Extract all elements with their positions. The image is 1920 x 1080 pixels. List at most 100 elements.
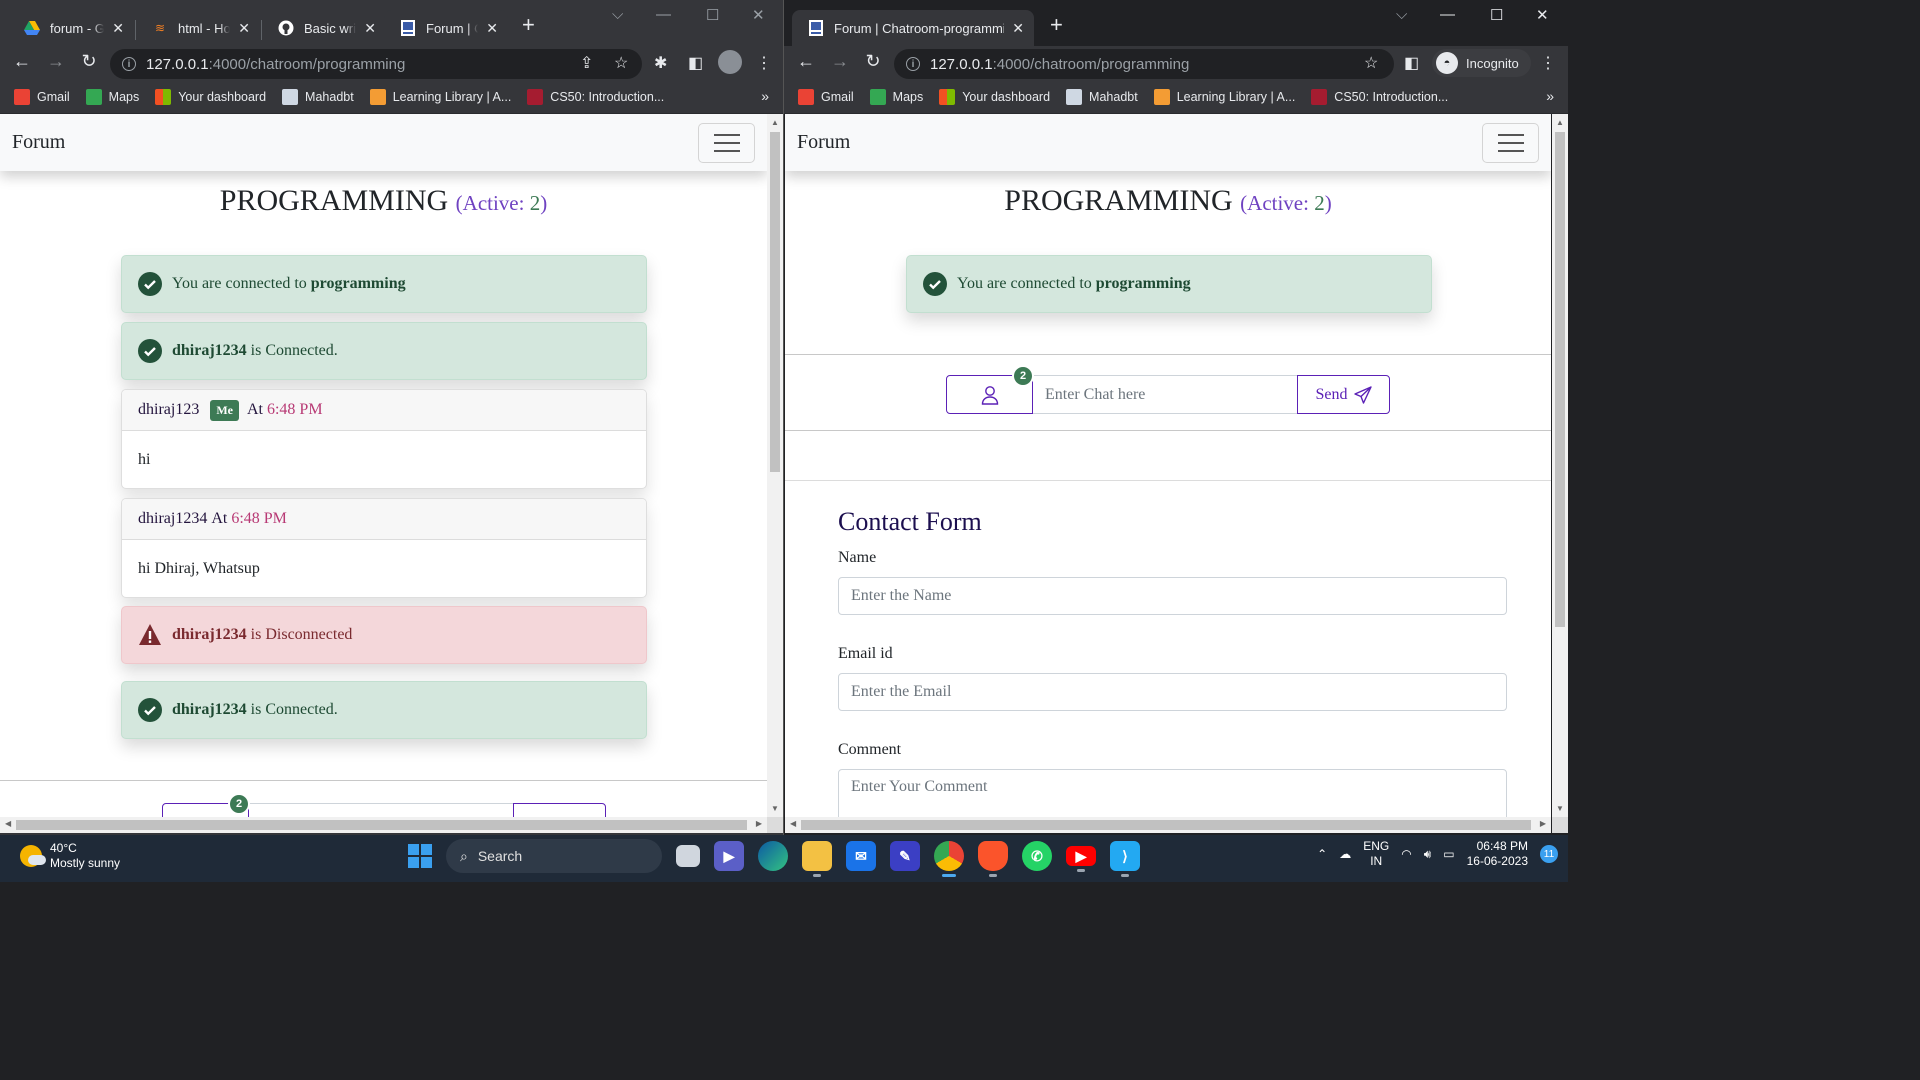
bookmark-learning-library[interactable]: Learning Library | A... — [369, 88, 511, 105]
close-tab-icon[interactable]: ✕ — [364, 20, 376, 37]
vscode-icon[interactable]: ⟩ — [1110, 841, 1140, 877]
teams-meet-icon[interactable]: ▶ — [714, 841, 744, 871]
forward-icon[interactable]: → — [828, 51, 852, 72]
horizontal-scrollbar[interactable]: ◀ ▶ — [785, 817, 1551, 833]
tab-forum-active[interactable]: Forum | Ch ✕ — [384, 10, 508, 46]
side-panel-icon[interactable]: ◧ — [688, 53, 703, 73]
notification-badge[interactable]: 11 — [1540, 845, 1558, 863]
tab-stackoverflow[interactable]: ≋ html - How ✕ — [136, 10, 260, 46]
comment-textarea[interactable] — [838, 769, 1507, 817]
mail-icon[interactable]: ✉ — [846, 841, 876, 871]
reload-icon[interactable]: ↻ — [861, 51, 885, 72]
address-bar[interactable]: i 127.0.0.1:4000/chatroom/programming — [894, 49, 1394, 79]
online-users-button[interactable]: 2 — [946, 365, 1034, 414]
bookmark-cs50[interactable]: CS50: Introduction... — [1311, 88, 1448, 105]
navbar-toggler-button[interactable] — [1482, 123, 1539, 163]
tab-forum-active[interactable]: Forum | Chatroom-programming ✕ — [792, 10, 1034, 46]
scrollbar-thumb[interactable] — [801, 820, 1531, 830]
extensions-icon[interactable]: ✱ — [654, 53, 667, 73]
send-button[interactable]: Send — [1297, 375, 1390, 414]
chrome-icon[interactable] — [934, 841, 964, 877]
new-tab-button[interactable]: + — [1050, 12, 1063, 38]
site-info-icon[interactable]: i — [906, 57, 920, 71]
close-tab-icon[interactable]: ✕ — [1012, 20, 1024, 37]
wifi-icon[interactable]: ◠ — [1401, 847, 1411, 861]
taskbar-search[interactable]: ⌕ Search — [446, 839, 662, 873]
bookmark-mahadbt[interactable]: Mahadbt — [1066, 88, 1138, 105]
menu-kebab-icon[interactable]: ⋮ — [1540, 53, 1556, 73]
chevron-up-icon[interactable]: ⌃ — [1317, 847, 1327, 861]
minimize-button[interactable]: — — [1440, 6, 1455, 23]
chat-input[interactable] — [1033, 375, 1297, 414]
name-input[interactable] — [838, 577, 1507, 615]
language-indicator[interactable]: ENG IN — [1363, 839, 1389, 869]
bookmark-cs50[interactable]: CS50: Introduction... — [527, 88, 664, 105]
close-tab-icon[interactable]: ✕ — [486, 20, 498, 37]
tab-strip: Forum | Chatroom-programming ✕ + ⌵ — ☐ ✕ — [784, 0, 1568, 46]
horizontal-scrollbar[interactable]: ◀ ▶ — [0, 817, 767, 833]
bookmark-dashboard[interactable]: Your dashboard — [155, 88, 266, 105]
edge-icon[interactable] — [758, 841, 788, 871]
volume-icon[interactable]: 🔊︎ — [1424, 847, 1432, 862]
scrollbar-thumb[interactable] — [16, 820, 747, 830]
forward-icon[interactable]: → — [44, 51, 68, 72]
vertical-scrollbar[interactable]: ▲ ▼ — [1552, 114, 1568, 817]
task-view-icon[interactable] — [676, 845, 700, 867]
bookmark-maps[interactable]: Maps — [85, 88, 139, 105]
profile-avatar[interactable] — [718, 50, 742, 74]
pen-app-icon[interactable]: ✎ — [890, 841, 920, 871]
send-button[interactable] — [513, 803, 606, 817]
clock[interactable]: 06:48 PM 16-06-2023 — [1467, 839, 1528, 869]
navbar: Forum — [785, 114, 1551, 171]
share-icon[interactable]: ⇪ — [580, 53, 593, 73]
bookmark-star-icon[interactable]: ☆ — [1364, 53, 1378, 73]
back-icon[interactable]: ← — [10, 51, 34, 72]
minimize-button[interactable]: — — [656, 6, 671, 23]
scrollbar-thumb[interactable] — [770, 132, 780, 472]
side-panel-icon[interactable]: ◧ — [1404, 53, 1419, 73]
navbar-toggler-button[interactable] — [698, 123, 755, 163]
new-tab-button[interactable]: + — [522, 12, 535, 38]
email-input[interactable] — [838, 673, 1507, 711]
bookmarks-overflow-button[interactable]: » — [1546, 88, 1554, 104]
bookmark-mahadbt[interactable]: Mahadbt — [282, 88, 354, 105]
close-tab-icon[interactable]: ✕ — [238, 20, 250, 37]
start-button[interactable] — [408, 844, 432, 868]
battery-icon[interactable]: ▭ — [1443, 847, 1454, 861]
maximize-button[interactable]: ☐ — [706, 6, 719, 24]
close-tab-icon[interactable]: ✕ — [112, 20, 124, 37]
site-info-icon[interactable]: i — [122, 57, 136, 71]
bookmark-maps[interactable]: Maps — [869, 88, 923, 105]
youtube-icon[interactable]: ▶ — [1066, 846, 1096, 872]
bookmark-gmail[interactable]: Gmail — [14, 88, 70, 105]
back-icon[interactable]: ← — [794, 51, 818, 72]
tab-github[interactable]: Basic writin ✕ — [262, 10, 386, 46]
tab-search-icon[interactable]: ⌵ — [1396, 6, 1407, 23]
bookmark-dashboard[interactable]: Your dashboard — [939, 88, 1050, 105]
maximize-button[interactable]: ☐ — [1490, 6, 1503, 24]
online-users-button[interactable]: 2 — [162, 793, 250, 817]
user-connected-alert: dhiraj1234 is Connected. — [121, 681, 647, 739]
chat-input[interactable] — [249, 803, 513, 817]
incognito-indicator[interactable]: ◓ Incognito — [1432, 49, 1531, 77]
close-window-button[interactable]: ✕ — [752, 6, 765, 24]
scrollbar-thumb[interactable] — [1555, 132, 1565, 627]
bookmark-gmail[interactable]: Gmail — [798, 88, 854, 105]
onedrive-icon[interactable]: ☁ — [1339, 847, 1351, 861]
tab-search-icon[interactable]: ⌵ — [612, 6, 623, 23]
file-explorer-icon[interactable] — [802, 841, 832, 877]
bookmarks-overflow-button[interactable]: » — [761, 88, 769, 104]
bookmark-star-icon[interactable]: ☆ — [614, 53, 628, 73]
close-window-button[interactable]: ✕ — [1536, 6, 1549, 24]
vertical-scrollbar[interactable]: ▲ ▼ — [767, 114, 783, 817]
brave-icon[interactable] — [978, 841, 1008, 877]
brand[interactable]: Forum — [797, 131, 850, 154]
menu-kebab-icon[interactable]: ⋮ — [756, 53, 772, 73]
weather-widget[interactable]: 40°C Mostly sunny — [20, 841, 120, 871]
tab-google-drive[interactable]: forum - Go ✕ — [8, 10, 134, 46]
whatsapp-icon[interactable]: ✆ — [1022, 841, 1052, 871]
bookmark-learning-library[interactable]: Learning Library | A... — [1153, 88, 1295, 105]
reload-icon[interactable]: ↻ — [77, 51, 101, 72]
brand[interactable]: Forum — [12, 131, 65, 154]
address-bar[interactable]: i 127.0.0.1:4000/chatroom/programming — [110, 49, 642, 79]
